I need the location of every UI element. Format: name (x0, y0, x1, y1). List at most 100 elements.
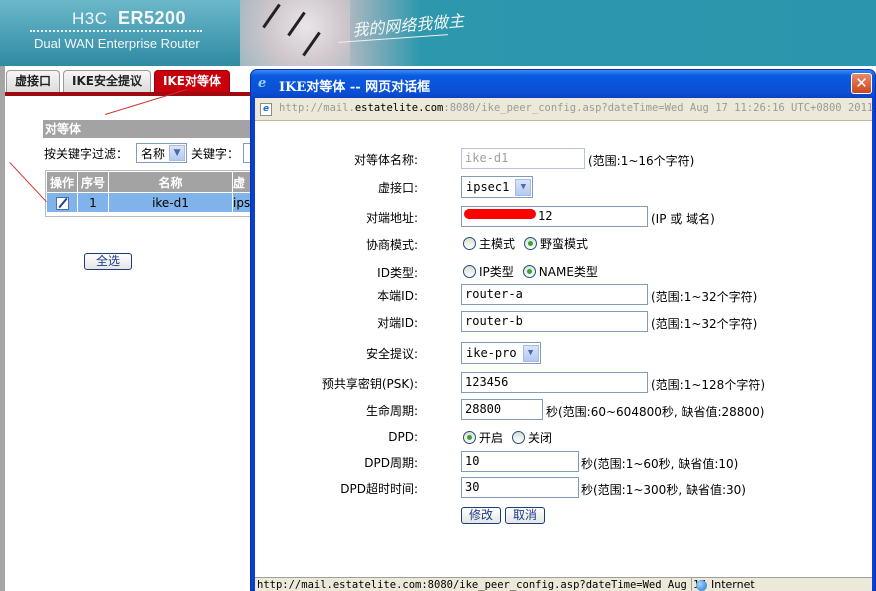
dpd-timeout-input[interactable]: 30 (461, 477, 579, 498)
security-proposal-value: ike-pro (466, 346, 517, 360)
col-index: 序号 (77, 171, 109, 193)
filter-label: 按关键字过滤： (44, 146, 129, 161)
product-model: H3C ER5200 (72, 8, 186, 29)
model-name: ER5200 (117, 8, 187, 28)
peer-address-value: 12 (538, 209, 553, 223)
table-header: 操作 序号 名称 虚 (46, 171, 255, 193)
tab-ike-proposal[interactable]: IKE安全提议 (63, 70, 151, 92)
local-id-input[interactable]: router-a (461, 284, 648, 305)
security-proposal-select[interactable]: ike-pro ▼ (461, 342, 541, 364)
filter-field-value: 名称 (141, 146, 166, 161)
radio-main-mode[interactable]: 主模式 (463, 235, 515, 252)
chevron-down-icon: ▼ (522, 344, 539, 362)
dialog-body: 对等体名称: ike-d1 (范围:1~16个字符) 虚接口: ipsec1 ▼ … (255, 121, 872, 577)
field-psk: 预共享密钥(PSK): 123456 (范围:1~128个字符) (255, 372, 872, 394)
remote-id-hint: (范围:1~32个字符) (651, 317, 758, 331)
section-title: 对等体 (43, 120, 253, 138)
dpd-label: DPD: (388, 430, 418, 444)
modify-button[interactable]: 修改 (461, 507, 502, 524)
radio-dpd-off[interactable]: 关闭 (512, 429, 552, 446)
dialog-window: e IKE对等体 -- 网页对话框 ✕ e http://mail.estate… (250, 69, 876, 591)
address-bar: e http://mail.estatelite.com:8080/ike_pe… (255, 98, 874, 121)
peer-table: 操作 序号 名称 虚 1 ike-d1 ips (46, 171, 255, 213)
globe-icon (696, 579, 707, 591)
peer-name-hint: (范围:1~16个字符) (588, 154, 695, 168)
row-index: 1 (77, 192, 109, 213)
dialog-title: IKE对等体 -- 网页对话框 (279, 80, 431, 95)
banner: H3C ER5200 Dual WAN Enterprise Router 我的… (0, 0, 876, 66)
peer-name-label: 对等体名称: (353, 153, 418, 167)
field-dpd: DPD: 开启 关闭 (255, 427, 872, 449)
radio-icon (512, 430, 526, 444)
col-name: 名称 (108, 171, 233, 193)
lifetime-input[interactable]: 28800 (461, 399, 543, 420)
virtual-interface-label: 虚接口: (377, 181, 418, 195)
status-bar: http://mail.estatelite.com:8080/ike_peer… (255, 577, 872, 591)
security-zone: Internet (691, 578, 831, 591)
field-peer-name: 对等体名称: ike-d1 (范围:1~16个字符) (255, 148, 872, 170)
tab-virtual-interface[interactable]: 虚接口 (6, 70, 61, 92)
filter-row: 按关键字过滤： 名称 ▼ 关键字： (44, 143, 254, 163)
filter-field-select[interactable]: 名称 ▼ (136, 143, 188, 163)
page-icon: e (260, 103, 272, 116)
virtual-interface-select[interactable]: ipsec1 ▼ (461, 176, 534, 198)
remote-id-input[interactable]: router-b (461, 311, 648, 332)
redaction-mark (464, 209, 536, 219)
psk-label: 预共享密钥(PSK): (321, 377, 418, 391)
cancel-button[interactable]: 取消 (505, 507, 546, 524)
radio-ip-type[interactable]: IP类型 (463, 263, 514, 280)
radio-selected-icon (522, 264, 536, 278)
brand-name: H3C (72, 9, 108, 28)
radio-aggressive-mode[interactable]: 野蛮模式 (524, 235, 588, 252)
radio-icon (463, 236, 476, 250)
lifetime-label: 生命周期: (365, 404, 418, 418)
psk-input[interactable]: 123456 (461, 372, 648, 393)
radio-dpd-on[interactable]: 开启 (463, 429, 503, 446)
select-all-button[interactable]: 全选 (84, 253, 132, 270)
tab-ike-peer[interactable]: IKE对等体 (153, 70, 230, 92)
dpd-timeout-label: DPD超时时间: (340, 482, 418, 496)
dialog-titlebar[interactable]: e IKE对等体 -- 网页对话框 ✕ (251, 70, 875, 98)
banner-divider (30, 30, 202, 32)
radio-selected-icon (524, 236, 538, 250)
psk-hint: (范围:1~128个字符) (651, 378, 766, 392)
banner-slogan: 我的网络我做主 (351, 11, 465, 40)
radio-name-type[interactable]: NAME类型 (522, 263, 598, 280)
field-lifetime: 生命周期: 28800 秒(范围:60~604800秒, 缺省值:28800) (255, 399, 872, 421)
edit-icon[interactable] (55, 196, 69, 210)
left-frame-border (0, 66, 5, 591)
annotation-arrow-edit (9, 162, 47, 203)
id-type-label: ID类型: (377, 266, 418, 280)
row-name: ike-d1 (108, 192, 233, 213)
chevron-down-icon: ▼ (169, 145, 186, 161)
chevron-down-icon: ▼ (515, 178, 532, 196)
dpd-timeout-hint: 秒(范围:1~300秒, 缺省值:30) (581, 483, 746, 497)
local-id-label: 本端ID: (377, 289, 418, 303)
peer-address-label: 对端地址: (365, 211, 418, 225)
radio-icon (463, 264, 476, 278)
close-button[interactable]: ✕ (851, 73, 872, 94)
table-row[interactable]: 1 ike-d1 ips (46, 192, 255, 213)
peer-address-input[interactable]: 12 (461, 206, 648, 227)
peer-address-hint: (IP 或 域名) (651, 212, 715, 226)
field-remote-id: 对端ID: router-b (范围:1~32个字符) (255, 311, 872, 333)
virtual-interface-value: ipsec1 (466, 180, 510, 194)
form-actions: 修改 取消 (255, 507, 872, 529)
field-security-proposal: 安全提议: ike-pro ▼ (255, 342, 872, 364)
field-peer-address: 对端地址: 12 (IP 或 域名) (255, 206, 872, 228)
peer-name-input: ike-d1 (461, 148, 585, 169)
field-local-id: 本端ID: router-a (范围:1~32个字符) (255, 284, 872, 306)
dpd-period-input[interactable]: 10 (461, 451, 579, 472)
status-text: http://mail.estatelite.com:8080/ike_peer… (257, 579, 706, 591)
product-subtitle: Dual WAN Enterprise Router (34, 36, 200, 51)
remote-id-label: 对端ID: (377, 316, 418, 330)
field-dpd-period: DPD周期: 10 秒(范围:1~60秒, 缺省值:10) (255, 451, 872, 473)
field-negotiation-mode: 协商模式: 主模式 野蛮模式 (255, 233, 872, 255)
dialog-url: http://mail.estatelite.com:8080/ike_peer… (279, 102, 874, 114)
security-proposal-label: 安全提议: (365, 347, 418, 361)
tab-underline (5, 92, 255, 96)
lifetime-hint: 秒(范围:60~604800秒, 缺省值:28800) (546, 405, 765, 419)
dpd-period-hint: 秒(范围:1~60秒, 缺省值:10) (581, 457, 739, 471)
screen: H3C ER5200 Dual WAN Enterprise Router 我的… (0, 0, 876, 591)
field-virtual-interface: 虚接口: ipsec1 ▼ (255, 176, 872, 198)
